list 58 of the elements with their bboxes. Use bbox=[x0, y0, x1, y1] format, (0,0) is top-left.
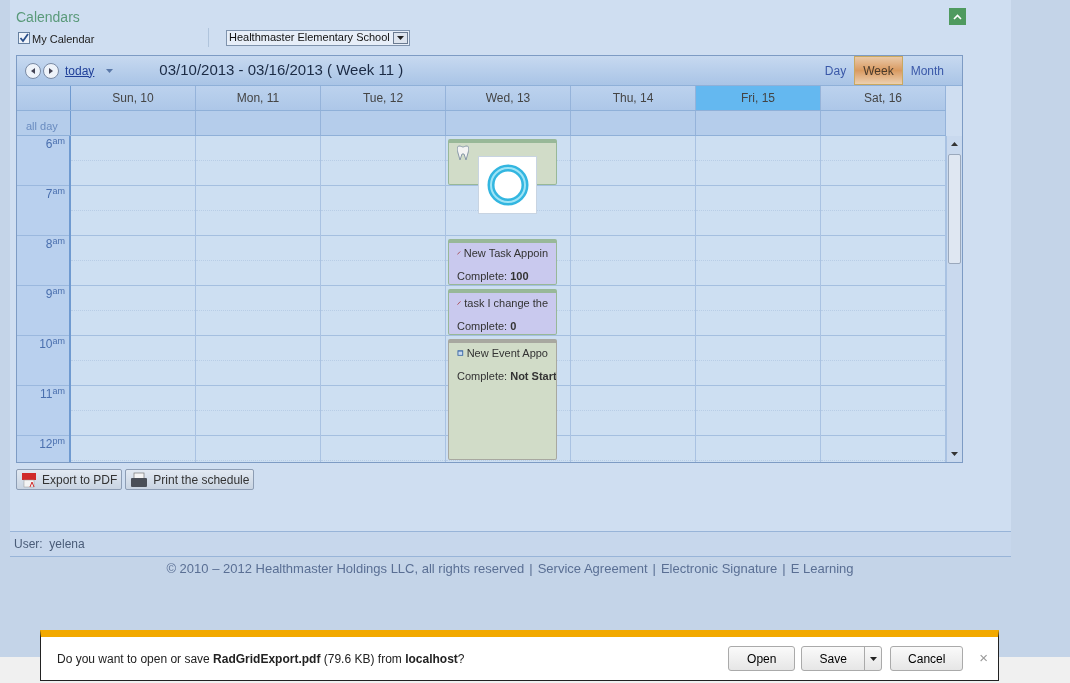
scroll-up-icon[interactable] bbox=[951, 142, 958, 146]
separator: | bbox=[529, 560, 533, 578]
appointment[interactable]: New Event Appo Complete: Not Start bbox=[448, 339, 557, 460]
separator: | bbox=[652, 560, 656, 578]
day-header[interactable]: Fri, 15 bbox=[696, 86, 821, 110]
pdf-icon bbox=[21, 471, 37, 488]
date-picker-caret-icon[interactable] bbox=[106, 68, 114, 73]
scrollbar[interactable] bbox=[946, 136, 962, 462]
next-button[interactable] bbox=[43, 62, 59, 79]
appointment[interactable]: task I change the Complete: 0 bbox=[448, 289, 557, 335]
printer-icon bbox=[130, 471, 149, 488]
today-link[interactable]: today bbox=[65, 61, 95, 80]
day-header[interactable]: Wed, 13 bbox=[446, 86, 571, 110]
footer-link[interactable]: Service Agreement bbox=[537, 559, 648, 579]
hour-label: 12$^{pm}$ bbox=[39, 437, 65, 453]
hour-label: 6$^{am}$ bbox=[45, 137, 65, 153]
all-day-label: all day bbox=[26, 120, 58, 132]
my-calendar-checkbox[interactable] bbox=[18, 31, 30, 44]
appointment-title: New Task Appoin bbox=[463, 246, 548, 261]
export-pdf-button[interactable]: Export to PDF bbox=[16, 469, 123, 490]
appointment-title: task I change the bbox=[464, 296, 548, 311]
caret-icon bbox=[396, 35, 404, 40]
date-range: 03/10/2013 - 03/16/2013 ( Week 11 ) bbox=[159, 60, 404, 81]
hour-label: 9$^{am}$ bbox=[45, 287, 65, 303]
footer-link[interactable]: E Learning bbox=[790, 559, 854, 579]
footer-link[interactable]: Electronic Signature bbox=[660, 559, 778, 579]
print-button[interactable]: Print the schedule bbox=[125, 469, 255, 490]
hour-label: 11$^{am}$ bbox=[40, 387, 65, 403]
hour-label: 8$^{am}$ bbox=[45, 237, 65, 253]
save-button[interactable]: Save bbox=[801, 646, 883, 671]
appointment-complete: Complete: 100 bbox=[456, 269, 530, 283]
copyright-text: © 2010 – 2012 Healthmaster Holdings LLC, all rights reserved bbox=[166, 560, 525, 578]
hour-label: 7$^{am}$ bbox=[45, 187, 65, 203]
appointment-complete: Complete: Not Start bbox=[456, 369, 556, 383]
view-tab[interactable]: Week bbox=[854, 56, 903, 85]
chevron-up-icon bbox=[953, 13, 962, 20]
open-button[interactable]: Open bbox=[728, 646, 796, 671]
caret-icon bbox=[869, 656, 877, 661]
view-tab[interactable]: Day bbox=[816, 56, 855, 85]
school-select[interactable]: Healthmaster Elementary School bbox=[226, 29, 410, 46]
day-header[interactable]: Mon, 11 bbox=[196, 86, 321, 110]
cancel-button[interactable]: Cancel bbox=[890, 646, 964, 671]
previous-button[interactable] bbox=[25, 62, 41, 79]
user-label: User: yelena bbox=[14, 536, 85, 553]
day-header[interactable]: Sun, 10 bbox=[71, 86, 196, 110]
view-tab[interactable]: Month bbox=[902, 56, 952, 85]
day-header[interactable]: Tue, 12 bbox=[321, 86, 446, 110]
scroll-down-icon[interactable] bbox=[951, 452, 958, 456]
download-message: Do you want to open or save RadGridExport.pdf (79.6 KB) from localhost? bbox=[57, 650, 465, 668]
day-header[interactable]: Sat, 16 bbox=[821, 86, 946, 110]
separator: | bbox=[782, 560, 786, 578]
tooth-icon bbox=[457, 145, 469, 161]
hour-label: 10$^{am}$ bbox=[39, 337, 65, 353]
appointment-complete: Complete: 0 bbox=[456, 319, 518, 333]
collapse-button[interactable] bbox=[949, 8, 966, 25]
my-calendar-label: My Calendar bbox=[32, 31, 95, 47]
appointment-title: New Event Appo bbox=[466, 346, 548, 361]
section-title: Calendars bbox=[16, 8, 80, 27]
